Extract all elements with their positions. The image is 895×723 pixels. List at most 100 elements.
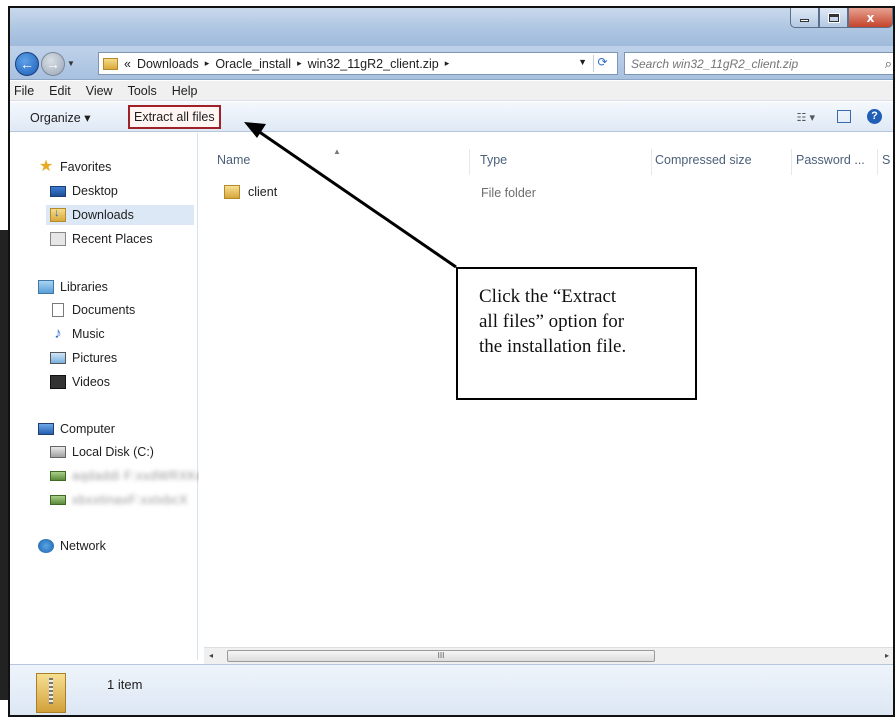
breadcrumb-zip[interactable]: win32_11gR2_client.zip [308, 57, 439, 71]
folder-icon [224, 185, 240, 199]
caption-buttons: x [790, 8, 893, 28]
nav-local-disk[interactable]: Local Disk (C:) [50, 442, 154, 462]
breadcrumb-separator[interactable]: ▸ [297, 58, 302, 69]
nav-pictures[interactable]: Pictures [50, 348, 117, 368]
column-divider[interactable] [469, 149, 470, 175]
breadcrumb-overflow[interactable]: « [124, 57, 131, 71]
back-arrow-icon: ← [20, 56, 34, 72]
column-divider[interactable] [651, 149, 652, 175]
scroll-left-icon[interactable]: ◂ [209, 651, 213, 660]
close-icon: x [866, 10, 875, 25]
sort-arrow-icon: ▲ [333, 147, 341, 156]
nav-music[interactable]: ♪ Music [50, 324, 105, 344]
maximize-button[interactable] [819, 8, 848, 28]
breadcrumb-separator[interactable]: ▸ [205, 58, 210, 69]
column-header-password[interactable]: Password ... [796, 153, 865, 167]
address-bar[interactable]: « Downloads ▸ Oracle_install ▸ win32_11g… [98, 52, 618, 75]
breadcrumb-oracle-install[interactable]: Oracle_install [215, 57, 291, 71]
help-icon[interactable]: ? [867, 109, 882, 124]
recent-pages-dropdown[interactable]: ▼ [67, 59, 75, 68]
back-button[interactable]: ← [15, 52, 39, 76]
scrollbar-thumb[interactable]: III [227, 650, 655, 662]
change-view-icon[interactable]: ☷ ▾ [797, 111, 815, 124]
column-header-compressed-size[interactable]: Compressed size [655, 153, 752, 167]
music-icon: ♪ [54, 325, 62, 342]
nav-computer[interactable]: Computer [38, 419, 115, 439]
scroll-right-icon[interactable]: ▸ [885, 651, 889, 660]
callout-line: Click the “Extract [479, 286, 617, 307]
title-bar: x [10, 8, 893, 46]
nav-downloads[interactable]: Downloads [46, 205, 194, 225]
nav-label: xbxxtinaxF:xxtxbcX [72, 493, 188, 507]
minimize-button[interactable] [790, 8, 819, 28]
network-drive-icon [50, 495, 66, 505]
nav-label: Recent Places [72, 232, 153, 246]
menu-tools[interactable]: Tools [128, 84, 157, 98]
nav-recent-places[interactable]: Recent Places [50, 229, 153, 249]
column-header-name[interactable]: Name [217, 153, 250, 167]
breadcrumb-separator[interactable]: ▸ [445, 58, 450, 69]
nav-label: Pictures [72, 351, 118, 365]
horizontal-scrollbar[interactable]: ◂ III ▸ [204, 647, 893, 664]
search-input[interactable] [631, 56, 861, 71]
column-divider[interactable] [791, 149, 792, 175]
extract-all-files-label: Extract all files [134, 110, 215, 124]
nav-network-drive-1[interactable]: aqdaddi F:xxdWRXKe [50, 466, 204, 486]
nav-label: aqdaddi F:xxdWRXKe [72, 469, 204, 483]
maximize-icon [827, 12, 840, 23]
organize-button[interactable]: Organize ▾ [30, 110, 90, 125]
nav-libraries[interactable]: Libraries [38, 277, 108, 297]
forward-button[interactable]: → [41, 52, 65, 76]
nav-network-drive-2[interactable]: xbxxtinaxF:xxtxbcX [50, 490, 188, 510]
breadcrumb-downloads[interactable]: Downloads [137, 57, 199, 71]
file-row-client[interactable]: client [224, 185, 277, 199]
nav-desktop[interactable]: Desktop [50, 181, 118, 201]
column-header-size[interactable]: S [882, 153, 890, 167]
nav-label: Desktop [72, 184, 118, 198]
forward-arrow-icon: → [46, 56, 60, 72]
menu-file[interactable]: File [14, 84, 34, 98]
nav-label: Music [72, 327, 105, 341]
nav-label: Computer [60, 422, 115, 436]
address-row: ← → ▼ « Downloads ▸ Oracle_install ▸ win… [10, 46, 893, 80]
address-dropdown-icon[interactable]: ▼ [578, 57, 587, 67]
libraries-icon [38, 280, 54, 294]
preview-pane-icon[interactable] [837, 110, 851, 123]
callout-line: the installation file. [479, 336, 627, 357]
nav-label: Videos [72, 375, 110, 389]
nav-label: Downloads [72, 208, 134, 222]
explorer-window: x ← → ▼ « Downloads ▸ Oracle_install ▸ w… [8, 6, 895, 717]
menu-edit[interactable]: Edit [49, 84, 71, 98]
background-edge [0, 230, 8, 700]
nav-label: Favorites [60, 160, 112, 174]
extract-all-files-button[interactable]: Extract all files [128, 105, 221, 129]
column-divider[interactable] [877, 149, 878, 175]
nav-label: Libraries [60, 280, 108, 294]
callout-line: all files” option for [479, 311, 625, 332]
nav-label: Network [60, 539, 106, 553]
zip-folder-icon [36, 673, 66, 713]
search-icon[interactable]: ⌕ [885, 56, 892, 72]
details-pane: 1 item [10, 664, 893, 715]
downloads-icon [50, 207, 66, 222]
menu-view[interactable]: View [86, 84, 113, 98]
refresh-icon[interactable]: ⟳ [593, 55, 611, 72]
column-header-type[interactable]: Type [480, 153, 507, 167]
pictures-icon [50, 352, 66, 364]
nav-network[interactable]: Network [38, 536, 106, 556]
command-bar: Organize ▾ Extract all files ☷ ▾ ? [10, 102, 893, 132]
nav-label: Documents [72, 303, 136, 317]
item-count: 1 item [107, 677, 143, 692]
close-button[interactable]: x [848, 8, 893, 28]
nav-favorites[interactable]: ★ Favorites [38, 157, 112, 177]
search-box[interactable]: ⌕ [624, 52, 893, 75]
nav-documents[interactable]: Documents [50, 300, 135, 320]
local-disk-icon [50, 446, 66, 458]
minimize-icon [800, 19, 809, 22]
nav-videos[interactable]: Videos [50, 372, 110, 392]
videos-icon [50, 375, 66, 389]
menu-help[interactable]: Help [172, 84, 198, 98]
navigation-pane: ★ Favorites Desktop Downloads Recent Pla… [10, 133, 203, 660]
nav-label: Local Disk (C:) [72, 445, 154, 459]
documents-icon [52, 303, 64, 317]
